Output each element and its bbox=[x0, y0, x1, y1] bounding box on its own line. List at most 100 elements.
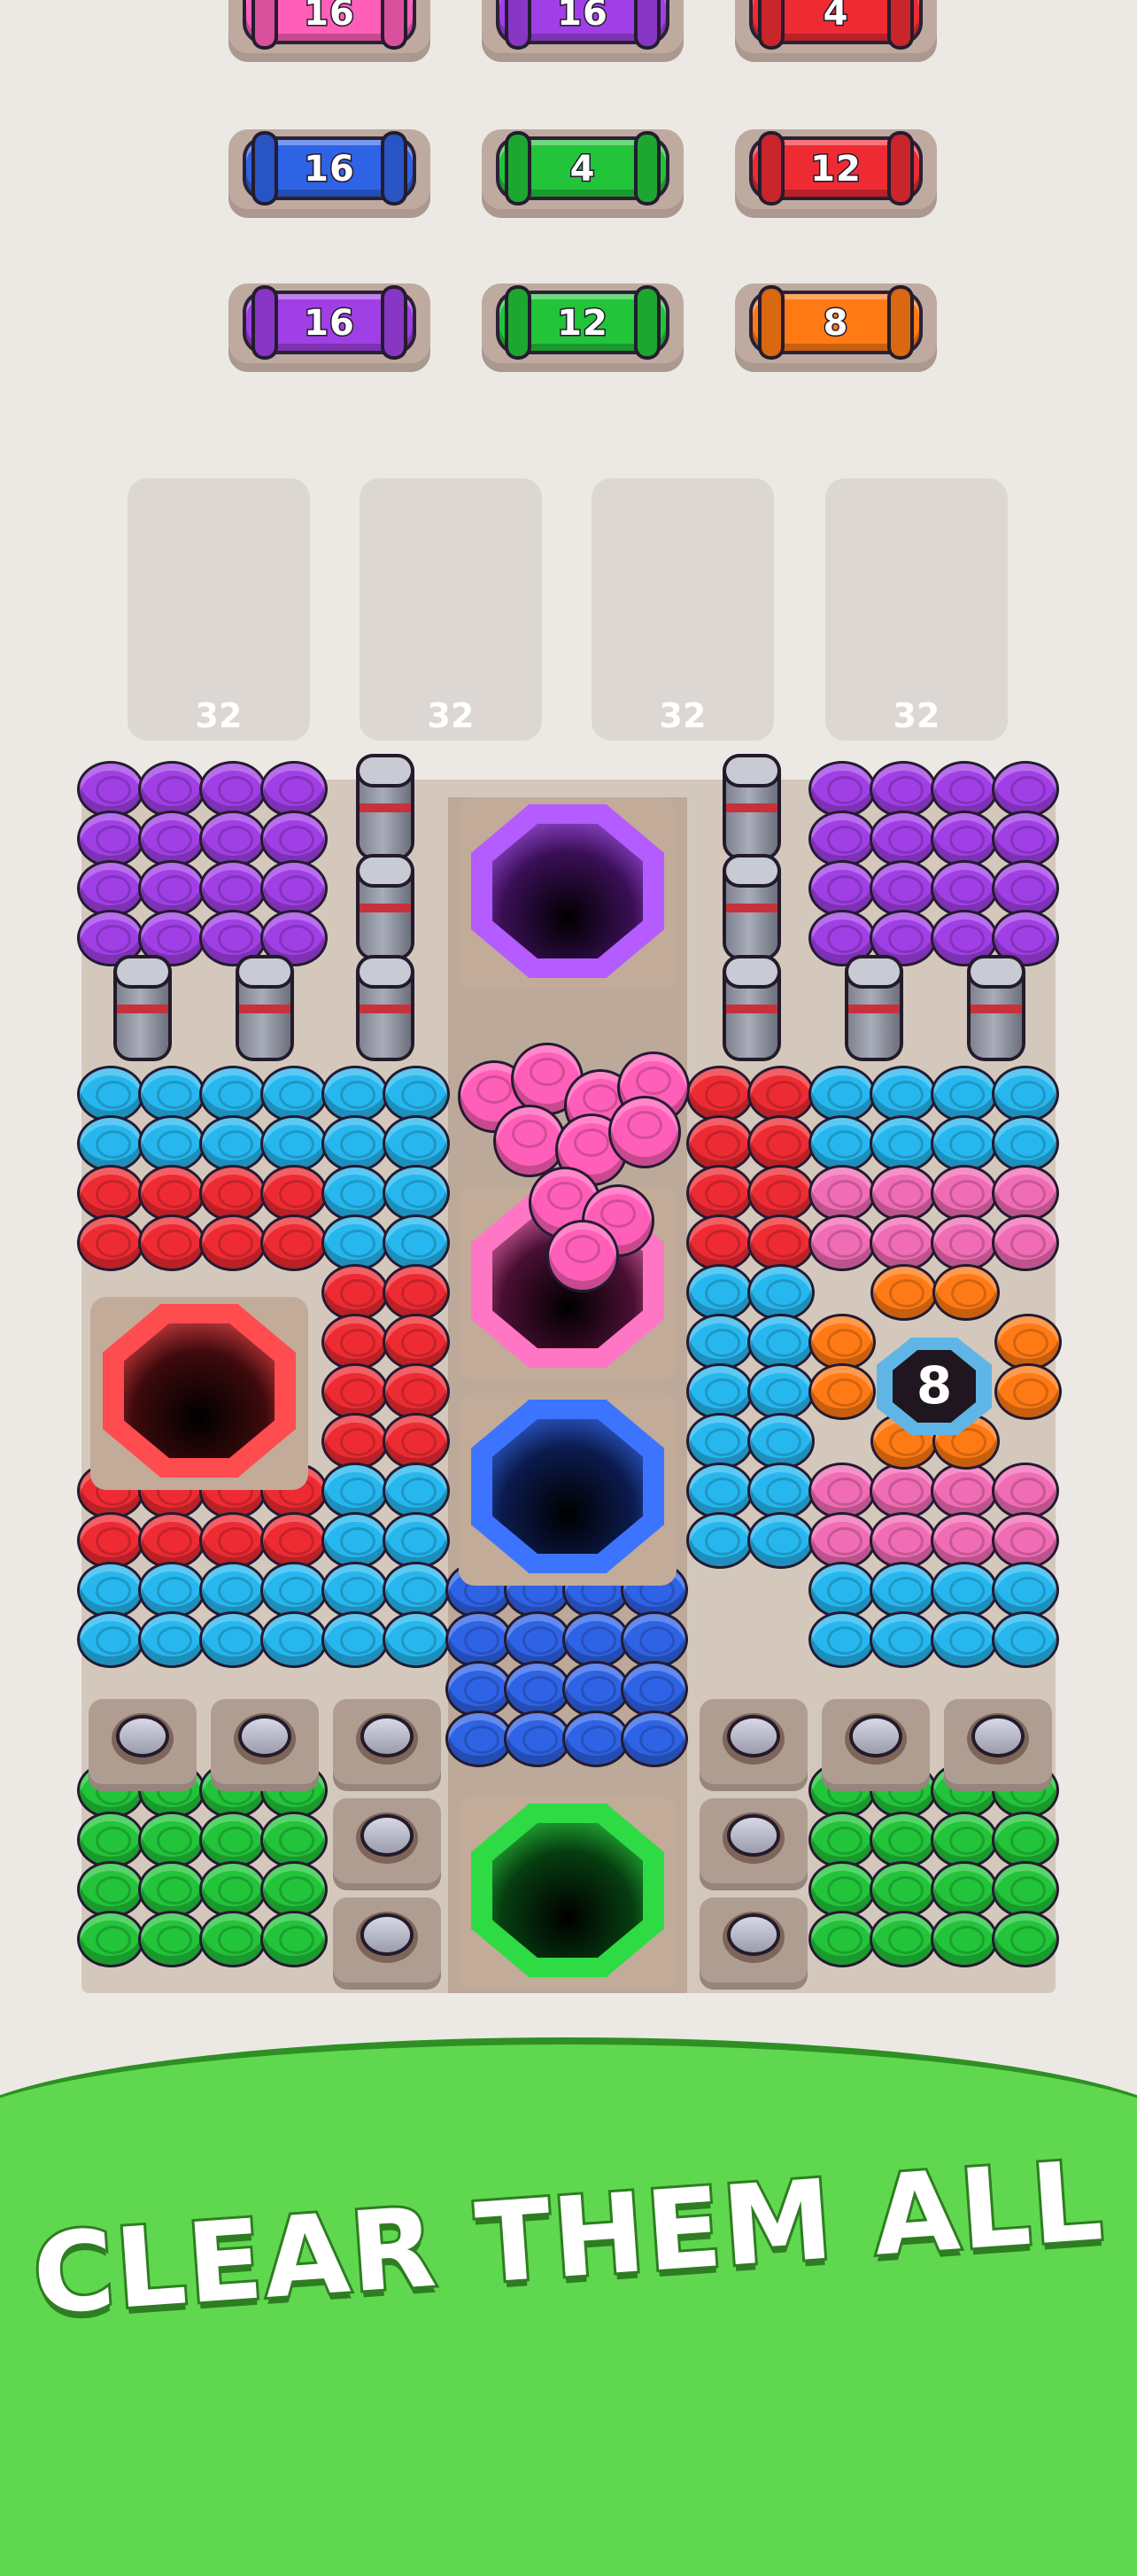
yarn-ball[interactable] bbox=[141, 1217, 203, 1269]
yarn-ball[interactable] bbox=[141, 764, 203, 815]
yarn-ball[interactable] bbox=[80, 1068, 142, 1120]
yarn-ball[interactable] bbox=[263, 1515, 325, 1566]
yarn-ball[interactable] bbox=[811, 1614, 873, 1665]
yarn-ball[interactable] bbox=[933, 1864, 995, 1915]
yarn-ball[interactable] bbox=[997, 1316, 1059, 1368]
yarn-ball[interactable] bbox=[385, 1118, 447, 1169]
yarn-ball[interactable] bbox=[872, 1515, 934, 1566]
yarn-ball[interactable] bbox=[202, 813, 264, 865]
yarn-ball[interactable] bbox=[141, 1864, 203, 1915]
yarn-ball[interactable] bbox=[872, 1118, 934, 1169]
hole-green[interactable] bbox=[459, 1796, 677, 1990]
yarn-ball[interactable] bbox=[80, 1118, 142, 1169]
hole-red[interactable] bbox=[90, 1297, 308, 1490]
spool-card[interactable]: 16 bbox=[228, 283, 430, 372]
yarn-ball[interactable] bbox=[873, 1267, 935, 1318]
yarn-ball[interactable] bbox=[811, 813, 873, 865]
yarn-ball[interactable] bbox=[750, 1416, 812, 1467]
empty-peg[interactable] bbox=[723, 1812, 785, 1864]
yarn-ball[interactable] bbox=[263, 764, 325, 815]
yarn-ball[interactable] bbox=[324, 1267, 386, 1318]
empty-slot[interactable]: 32 bbox=[128, 478, 310, 741]
yarn-ball[interactable] bbox=[448, 1664, 510, 1715]
yarn-ball[interactable] bbox=[565, 1713, 627, 1765]
yarn-ball[interactable] bbox=[324, 1168, 386, 1219]
yarn-ball[interactable] bbox=[811, 1217, 873, 1269]
yarn-ball[interactable] bbox=[80, 813, 142, 865]
yarn-ball[interactable] bbox=[689, 1267, 751, 1318]
yarn-ball[interactable] bbox=[750, 1267, 812, 1318]
yarn-ball[interactable] bbox=[80, 1564, 142, 1616]
spool-card[interactable]: 8 bbox=[735, 283, 937, 372]
yarn-ball[interactable] bbox=[933, 1614, 995, 1665]
yarn-ball[interactable] bbox=[872, 1864, 934, 1915]
yarn-ball[interactable] bbox=[811, 1465, 873, 1517]
empty-peg[interactable] bbox=[112, 1713, 174, 1765]
yarn-ball[interactable] bbox=[872, 813, 934, 865]
thread-spool[interactable]: 16 bbox=[246, 135, 413, 202]
yarn-ball[interactable] bbox=[324, 1515, 386, 1566]
spool-card[interactable]: 12 bbox=[735, 129, 937, 218]
thread-spool[interactable]: 8 bbox=[753, 289, 919, 356]
yarn-ball[interactable] bbox=[689, 1118, 751, 1169]
yarn-ball[interactable] bbox=[811, 1168, 873, 1219]
yarn-ball[interactable] bbox=[507, 1664, 568, 1715]
yarn-ball[interactable] bbox=[202, 764, 264, 815]
yarn-ball[interactable] bbox=[448, 1713, 510, 1765]
yarn-ball[interactable] bbox=[324, 1316, 386, 1368]
yarn-ball[interactable] bbox=[750, 1068, 812, 1120]
yarn-ball[interactable] bbox=[202, 912, 264, 964]
yarn-ball[interactable] bbox=[811, 1864, 873, 1915]
yarn-ball[interactable] bbox=[263, 1068, 325, 1120]
yarn-ball[interactable] bbox=[80, 1614, 142, 1665]
yarn-ball[interactable] bbox=[811, 1913, 873, 1965]
yarn-ball[interactable] bbox=[324, 1614, 386, 1665]
yarn-ball[interactable] bbox=[811, 1564, 873, 1616]
yarn-ball[interactable] bbox=[933, 1465, 995, 1517]
yarn-ball[interactable] bbox=[141, 1068, 203, 1120]
yarn-ball[interactable] bbox=[202, 1814, 264, 1866]
yarn-ball[interactable] bbox=[263, 1864, 325, 1915]
thread-spool[interactable]: 16 bbox=[246, 0, 413, 46]
yarn-ball[interactable] bbox=[263, 863, 325, 914]
spool-card[interactable]: 4 bbox=[735, 0, 937, 62]
yarn-ball[interactable] bbox=[141, 1168, 203, 1219]
yarn-ball[interactable] bbox=[689, 1217, 751, 1269]
yarn-ball[interactable] bbox=[994, 1564, 1056, 1616]
yarn-ball[interactable] bbox=[750, 1515, 812, 1566]
yarn-ball[interactable] bbox=[324, 1068, 386, 1120]
yarn-ball[interactable] bbox=[811, 1316, 873, 1368]
yarn-ball[interactable] bbox=[385, 1515, 447, 1566]
yarn-ball[interactable] bbox=[933, 764, 995, 815]
yarn-ball[interactable] bbox=[202, 1118, 264, 1169]
yarn-ball[interactable] bbox=[933, 1913, 995, 1965]
yarn-ball[interactable] bbox=[385, 1614, 447, 1665]
empty-peg[interactable] bbox=[723, 1912, 785, 1963]
yarn-ball[interactable] bbox=[933, 1168, 995, 1219]
thread-spool[interactable]: 16 bbox=[246, 289, 413, 356]
yarn-ball[interactable] bbox=[623, 1713, 685, 1765]
yarn-ball[interactable] bbox=[141, 863, 203, 914]
yarn-ball[interactable] bbox=[811, 1118, 873, 1169]
yarn-ball[interactable] bbox=[141, 1614, 203, 1665]
yarn-ball[interactable] bbox=[141, 1118, 203, 1169]
spool-card[interactable]: 12 bbox=[482, 283, 684, 372]
yarn-ball[interactable] bbox=[811, 912, 873, 964]
yarn-ball[interactable] bbox=[324, 1465, 386, 1517]
yarn-ball[interactable] bbox=[994, 813, 1056, 865]
yarn-ball[interactable] bbox=[994, 1814, 1056, 1866]
yarn-ball[interactable] bbox=[933, 863, 995, 914]
yarn-ball[interactable] bbox=[80, 863, 142, 914]
empty-slot[interactable]: 32 bbox=[360, 478, 542, 741]
yarn-ball[interactable] bbox=[872, 1913, 934, 1965]
yarn-ball[interactable] bbox=[933, 1515, 995, 1566]
spool-card[interactable]: 4 bbox=[482, 129, 684, 218]
yarn-ball[interactable] bbox=[202, 863, 264, 914]
yarn-ball[interactable] bbox=[448, 1614, 510, 1665]
yarn-ball[interactable] bbox=[565, 1664, 627, 1715]
hole-purple[interactable] bbox=[459, 797, 677, 990]
empty-peg[interactable] bbox=[845, 1713, 907, 1765]
yarn-ball[interactable] bbox=[263, 1168, 325, 1219]
yarn-ball[interactable] bbox=[994, 1864, 1056, 1915]
yarn-ball[interactable] bbox=[933, 1814, 995, 1866]
